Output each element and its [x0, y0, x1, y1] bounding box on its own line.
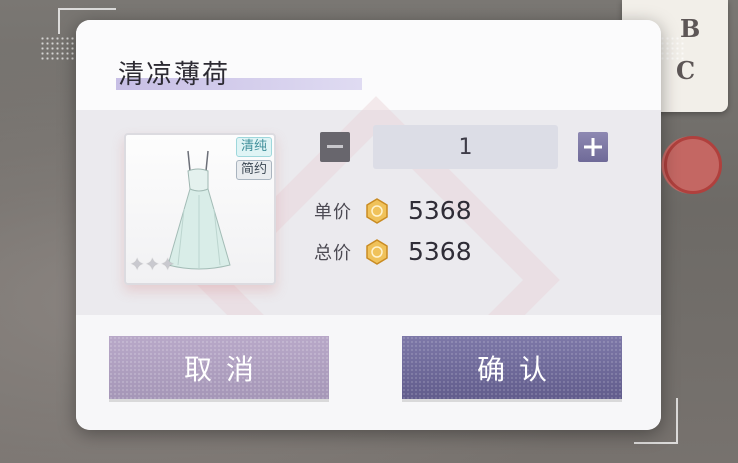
gold-coin-icon — [366, 238, 388, 265]
cancel-button[interactable]: 取消 — [109, 336, 329, 399]
gold-coin-icon — [366, 197, 388, 224]
plus-icon — [584, 138, 602, 156]
increase-quantity-button[interactable] — [578, 132, 608, 162]
star-icon: ✦ — [130, 255, 145, 275]
dot-pattern-left — [40, 36, 76, 62]
decrease-quantity-button[interactable] — [320, 132, 350, 162]
confirm-button[interactable]: 确认 — [402, 336, 622, 399]
background-red-button — [664, 136, 722, 194]
star-icon: ✦ — [145, 255, 160, 275]
total-price-label: 总价 — [314, 242, 352, 264]
star-icon: ✦ — [160, 255, 175, 275]
white-dress-icon — [167, 150, 231, 270]
background-letter-c: C — [676, 56, 696, 85]
unit-price-row: 单价 5368 — [314, 196, 472, 225]
item-title: 清凉薄荷 — [118, 60, 231, 90]
quantity-input[interactable] — [373, 125, 558, 169]
unit-price-value: 5368 — [408, 196, 472, 225]
item-tags: 清纯 简约 — [235, 137, 272, 180]
dot-pattern-right — [660, 36, 684, 60]
total-price-row: 总价 5368 — [314, 237, 472, 266]
tag-simple: 简约 — [235, 160, 272, 180]
purchase-dialog: 清凉薄荷 清纯 简约 ✦ ✦ ✦ 单价 — [76, 20, 661, 430]
item-card: 清纯 简约 ✦ ✦ ✦ — [124, 133, 276, 285]
unit-price-label: 单价 — [314, 201, 352, 223]
minus-icon — [327, 145, 343, 148]
total-price-value: 5368 — [408, 237, 472, 266]
rarity-stars: ✦ ✦ ✦ — [130, 255, 175, 275]
tag-fresh: 清纯 — [235, 137, 272, 157]
